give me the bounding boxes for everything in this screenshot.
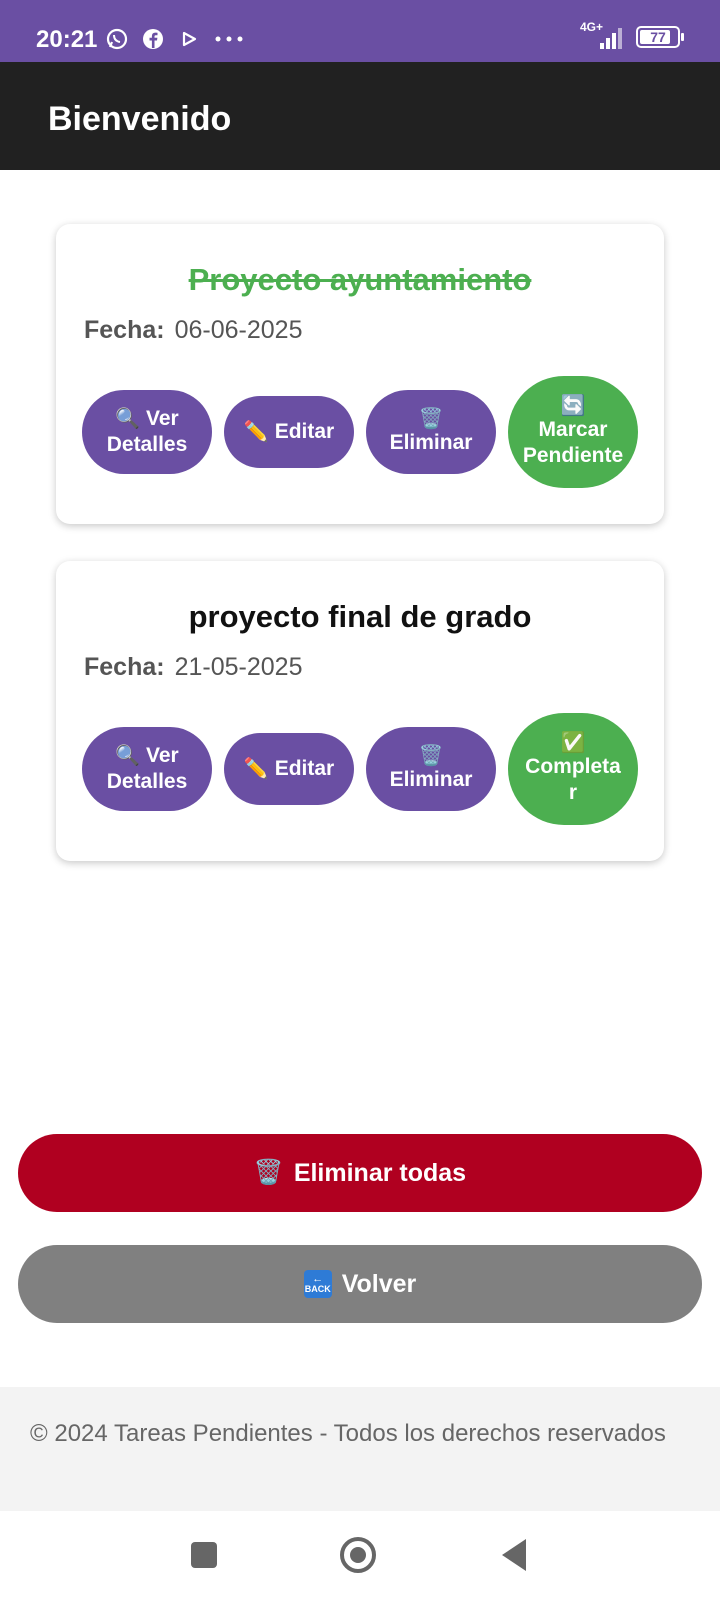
status-bar: 20:21 4G+ 77 — [0, 0, 720, 62]
home-icon[interactable] — [340, 1537, 376, 1573]
mark-pending-label: Marcar Pendiente — [522, 418, 624, 467]
recents-icon[interactable] — [191, 1542, 217, 1568]
back-button[interactable]: ← BACK Volver — [18, 1245, 702, 1323]
more-icon — [212, 26, 246, 52]
status-time: 20:21 — [36, 26, 98, 53]
trash-icon: 🗑️ — [418, 745, 444, 767]
back-badge-text: BACK — [304, 1284, 331, 1294]
play-icon — [176, 26, 202, 52]
search-icon: 🔍 — [115, 408, 141, 430]
task-date-value: 21-05-2025 — [174, 653, 303, 681]
complete-label: Completa r — [525, 755, 621, 804]
task-actions: 🔍 Ver Detalles ✏️ Editar 🗑️ Eliminar ✅ C… — [82, 713, 638, 829]
view-details-button[interactable]: 🔍 Ver Detalles — [82, 390, 212, 474]
delete-label: Eliminar — [389, 768, 473, 791]
task-date: Fecha: 21-05-2025 — [84, 653, 302, 682]
check-icon: ✅ — [560, 732, 586, 754]
refresh-icon: 🔄 — [560, 395, 586, 417]
whatsapp-icon — [104, 26, 130, 52]
delete-button[interactable]: 🗑️ Eliminar — [366, 390, 496, 474]
back-arrow-icon: ← BACK — [303, 1270, 332, 1298]
trash-icon: 🗑️ — [253, 1159, 284, 1186]
task-card: Proyecto ayuntamiento Fecha: 06-06-2025 🔍… — [56, 224, 664, 524]
task-title: proyecto final de grado — [188, 599, 532, 634]
task-actions: 🔍 Ver Detalles ✏️ Editar 🗑️ Eliminar 🔄 M… — [82, 376, 638, 492]
task-date-value: 06-06-2025 — [174, 316, 303, 344]
delete-label: Eliminar — [389, 431, 473, 454]
footer: © 2024 Tareas Pendientes - Todos los der… — [0, 1387, 720, 1511]
task-date-label: Fecha: — [84, 653, 165, 681]
complete-button[interactable]: ✅ Completa r — [508, 713, 638, 825]
edit-label: Editar — [274, 420, 335, 443]
delete-all-button[interactable]: 🗑️ Eliminar todas — [18, 1134, 702, 1212]
app-bar: Bienvenido — [0, 62, 720, 170]
edit-button[interactable]: ✏️ Editar — [224, 733, 354, 805]
trash-icon: 🗑️ — [418, 408, 444, 430]
task-card: proyecto final de grado Fecha: 21-05-2025… — [56, 561, 664, 861]
battery-icon: 77 — [636, 26, 684, 48]
delete-all-label: Eliminar todas — [293, 1158, 467, 1187]
task-date: Fecha: 06-06-2025 — [84, 316, 302, 345]
battery-level: 77 — [650, 29, 666, 45]
status-system-icons: 4G+ 77 — [580, 20, 684, 50]
signal-icon: 4G+ — [580, 20, 626, 50]
facebook-icon — [140, 26, 166, 52]
mark-pending-button[interactable]: 🔄 Marcar Pendiente — [508, 376, 638, 488]
pencil-icon: ✏️ — [243, 421, 269, 443]
view-details-button[interactable]: 🔍 Ver Detalles — [82, 727, 212, 811]
edit-button[interactable]: ✏️ Editar — [224, 396, 354, 468]
pencil-icon: ✏️ — [243, 758, 269, 780]
task-date-label: Fecha: — [84, 316, 165, 344]
page-title: Bienvenido — [48, 100, 232, 138]
system-nav-bar — [0, 1511, 720, 1600]
footer-copyright: © 2024 Tareas Pendientes - Todos los der… — [30, 1420, 666, 1447]
back-label: Volver — [341, 1269, 417, 1298]
task-title: Proyecto ayuntamiento — [188, 262, 532, 297]
edit-label: Editar — [274, 757, 335, 780]
delete-button[interactable]: 🗑️ Eliminar — [366, 727, 496, 811]
status-notification-icons — [104, 26, 246, 52]
search-icon: 🔍 — [115, 745, 141, 767]
back-triangle-icon[interactable] — [502, 1539, 526, 1571]
